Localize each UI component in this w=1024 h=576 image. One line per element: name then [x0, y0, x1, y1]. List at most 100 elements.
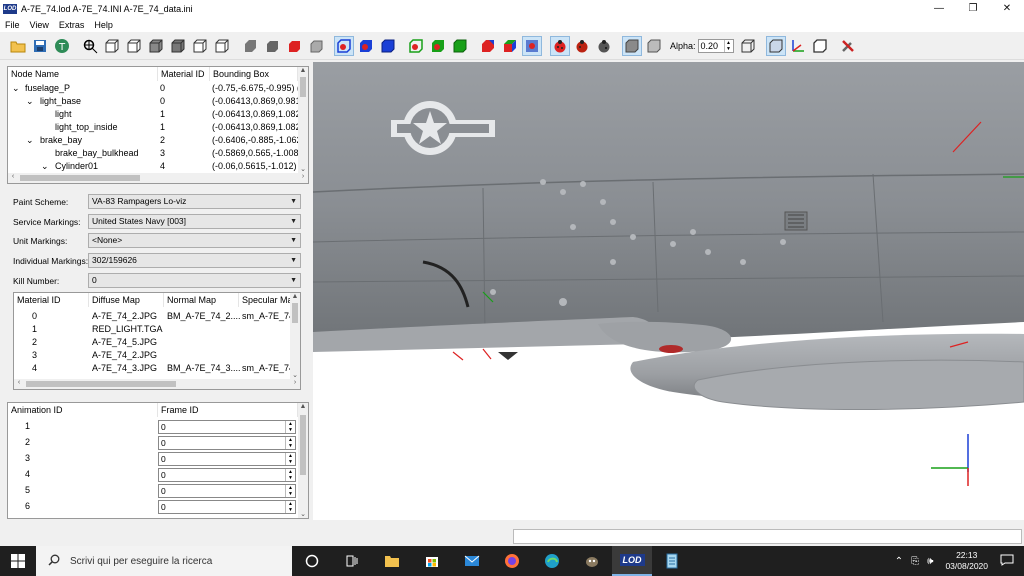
tree-expander-icon[interactable]: ⌄: [26, 95, 34, 108]
3d-viewport[interactable]: [313, 62, 1024, 520]
frame-spinner[interactable]: ▲ ▼: [285, 485, 295, 497]
maximize-button[interactable]: ❐: [956, 0, 990, 17]
red-object-icon[interactable]: [478, 36, 498, 56]
frame-id-input[interactable]: 0 ▲ ▼: [158, 468, 296, 482]
tools-icon[interactable]: [838, 36, 858, 56]
bbox-icon[interactable]: [765, 36, 786, 56]
frame-id-input[interactable]: 0 ▲ ▼: [158, 500, 296, 514]
windows-start-icon[interactable]: [0, 546, 36, 576]
ladybug-dark-icon[interactable]: [572, 36, 592, 56]
file-explorer-icon[interactable]: [372, 546, 412, 576]
frame-id-input[interactable]: 0 ▲ ▼: [158, 420, 296, 434]
notepad-icon[interactable]: [652, 546, 692, 576]
texture-icon[interactable]: T: [52, 36, 72, 56]
frame-spinner[interactable]: ▲ ▼: [285, 469, 295, 481]
tree-vertical-scrollbar[interactable]: ▲ ⌄: [298, 67, 308, 173]
lod-editor-icon[interactable]: LOD: [612, 546, 652, 576]
menu-file[interactable]: File: [0, 20, 25, 30]
individual-markings-select[interactable]: 302/159626 ▼: [88, 253, 301, 268]
texture-view-icon[interactable]: [522, 36, 542, 56]
axes-icon[interactable]: [788, 36, 808, 56]
menu-extras[interactable]: Extras: [54, 20, 90, 30]
red-cube-icon[interactable]: [284, 36, 304, 56]
animations-vertical-scrollbar[interactable]: ▲ ⌄: [298, 403, 308, 518]
minimize-button[interactable]: —: [922, 0, 956, 17]
green-solid-icon[interactable]: [428, 36, 448, 56]
zoom-fit-icon[interactable]: [80, 36, 100, 56]
rgb-cube-icon[interactable]: [500, 36, 520, 56]
paint-scheme-select[interactable]: VA-83 Rampagers Lo-viz ▼: [88, 194, 301, 209]
bounding-box-header[interactable]: Bounding Box: [210, 67, 298, 81]
view-back-icon[interactable]: [124, 36, 144, 56]
view-right-icon[interactable]: [168, 36, 188, 56]
volume-icon[interactable]: 🕪: [927, 556, 933, 567]
frame-spinner[interactable]: ▲ ▼: [285, 437, 295, 449]
diffuse-map-column-header[interactable]: Diffuse Map: [89, 293, 164, 307]
individual-markings-label: Individual Markings:: [13, 256, 89, 266]
view-front-icon[interactable]: [102, 36, 122, 56]
grey-cube-icon[interactable]: [306, 36, 326, 56]
menu-help[interactable]: Help: [89, 20, 118, 30]
solid-shape-icon[interactable]: [240, 36, 260, 56]
blue-cube-icon[interactable]: [378, 36, 398, 56]
light-cube-icon[interactable]: [644, 36, 664, 56]
windows-taskbar: Scrivi qui per eseguire la ricerca LOD ⌃…: [0, 546, 1024, 576]
view-bottom-icon[interactable]: [212, 36, 232, 56]
frame-spinner[interactable]: ▲ ▼: [285, 421, 295, 433]
notification-icon[interactable]: [1000, 554, 1014, 569]
network-icon[interactable]: ⎘: [911, 556, 919, 567]
blue-solid-icon[interactable]: [356, 36, 376, 56]
ladybug-grey-icon[interactable]: [594, 36, 614, 56]
service-markings-select[interactable]: United States Navy [003] ▼: [88, 214, 301, 229]
view-top-icon[interactable]: [190, 36, 210, 56]
menu-view[interactable]: View: [25, 20, 54, 30]
specular-map-column-header[interactable]: Specular Ma: [239, 293, 291, 307]
frame-id-input[interactable]: 0 ▲ ▼: [158, 436, 296, 450]
toolbar: T Alpha: 0.20 ▲ ▼: [0, 33, 1024, 60]
taskbar-search-box[interactable]: Scrivi qui per eseguire la ricerca: [36, 546, 292, 576]
chevron-up-icon[interactable]: ⌃: [895, 556, 903, 567]
open-folder-icon[interactable]: [8, 36, 28, 56]
green-cube-icon[interactable]: [450, 36, 470, 56]
kill-number-select[interactable]: 0 ▼: [88, 273, 301, 288]
alpha-input[interactable]: 0.20 ▲ ▼: [697, 39, 734, 53]
normal-map-column-header[interactable]: Normal Map: [164, 293, 239, 307]
edge-icon[interactable]: [532, 546, 572, 576]
tree-expander-icon[interactable]: ⌄: [12, 82, 20, 95]
material-id-header[interactable]: Material ID: [158, 67, 210, 81]
frame-id-input[interactable]: 0 ▲ ▼: [158, 452, 296, 466]
firefox-icon[interactable]: [492, 546, 532, 576]
tree-expander-icon[interactable]: ⌄: [26, 134, 34, 147]
cortana-icon[interactable]: [292, 546, 332, 576]
animation-id-cell: 1: [25, 421, 31, 431]
shaded-cube-icon[interactable]: [622, 36, 642, 56]
store-icon[interactable]: [412, 546, 452, 576]
materials-vertical-scrollbar[interactable]: ▲ ⌄: [290, 293, 300, 379]
frame-spinner[interactable]: ▲ ▼: [285, 501, 295, 513]
outline-cube-icon[interactable]: [810, 36, 830, 56]
unit-markings-select[interactable]: <None> ▼: [88, 233, 301, 248]
clock[interactable]: 22:13 03/08/2020: [945, 550, 988, 572]
view-left-icon[interactable]: [146, 36, 166, 56]
animation-id-cell: 2: [25, 437, 31, 447]
transparent-cube-icon[interactable]: [738, 36, 758, 56]
material-id-column-header[interactable]: Material ID: [14, 293, 89, 307]
task-view-icon[interactable]: [332, 546, 372, 576]
frame-id-input[interactable]: 0 ▲ ▼: [158, 484, 296, 498]
tree-horizontal-scrollbar[interactable]: ‹ ›: [8, 173, 308, 183]
save-icon[interactable]: [30, 36, 50, 56]
mail-icon[interactable]: [452, 546, 492, 576]
animation-id-column-header[interactable]: Animation ID: [8, 403, 158, 417]
alpha-spinner[interactable]: ▲ ▼: [723, 40, 733, 52]
tree-expander-icon[interactable]: ⌄: [41, 160, 49, 173]
frame-id-column-header[interactable]: Frame ID: [158, 403, 298, 417]
materials-horizontal-scrollbar[interactable]: ‹ ›: [14, 379, 300, 389]
gimp-icon[interactable]: [572, 546, 612, 576]
node-name-header[interactable]: Node Name: [8, 67, 158, 81]
solid-cube-icon[interactable]: [262, 36, 282, 56]
ladybug-red-icon[interactable]: [550, 36, 570, 56]
frame-spinner[interactable]: ▲ ▼: [285, 453, 295, 465]
green-wireframe-icon[interactable]: [406, 36, 426, 56]
blue-wireframe-icon[interactable]: [334, 36, 354, 56]
close-button[interactable]: ✕: [990, 0, 1024, 17]
